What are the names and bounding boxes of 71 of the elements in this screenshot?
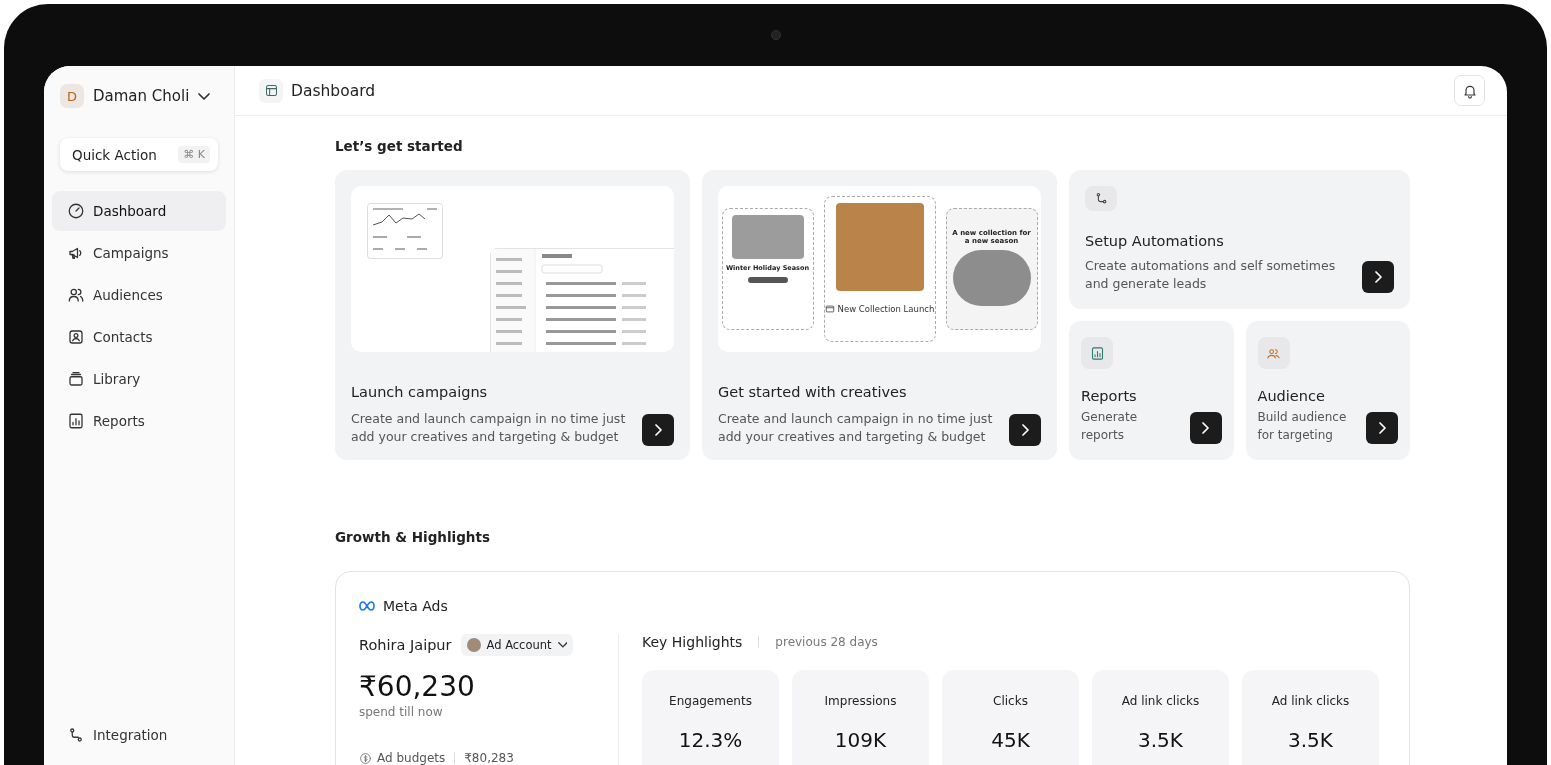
chevron-right-icon	[1374, 271, 1382, 283]
creative-button-drawing	[747, 277, 788, 283]
stat-value: 45K	[991, 728, 1030, 752]
stat-label: Ad link clicks	[1271, 694, 1350, 708]
nav-item[interactable]: Contacts	[52, 317, 226, 357]
card-description: Build audience for targeting	[1257, 409, 1348, 444]
stat-label: Clicks	[993, 694, 1028, 708]
arrow-button[interactable]	[1366, 412, 1398, 444]
nav-item[interactable]: Library	[52, 359, 226, 399]
section-title: Growth & Highlights	[335, 529, 491, 545]
notifications-button[interactable]	[1454, 75, 1485, 106]
card-description: Create and launch campaign in no time just add your creatives and targeting & budget	[351, 410, 627, 446]
chevron-right-icon	[1378, 422, 1386, 434]
nav-item[interactable]: Reports	[52, 401, 226, 441]
chevron-down-icon	[198, 92, 211, 100]
arrow-button[interactable]	[1362, 261, 1394, 293]
period-label: previous 28 days	[775, 635, 878, 649]
account-dropdown[interactable]: Ad Account	[460, 634, 574, 656]
mail-icon	[824, 304, 835, 314]
gauge-icon	[67, 202, 85, 220]
stat-value: 3.5K	[1288, 728, 1333, 752]
arrow-button[interactable]	[1009, 414, 1041, 446]
chevron-right-icon	[1202, 422, 1209, 434]
spend-amount: ₹60,230	[359, 670, 476, 703]
user-name[interactable]: Daman Choli	[93, 87, 190, 105]
card-description: Create automations and self sometimes and generate leads	[1085, 257, 1337, 293]
spend-caption: spend till now	[359, 705, 444, 719]
card-title: Reports	[1081, 388, 1138, 404]
highlights-title: Key Highlights	[642, 634, 743, 650]
quick-action-button[interactable]: Quick Action ⌘ K	[60, 138, 218, 171]
card-description: Generate reports	[1081, 409, 1139, 444]
stat-label: Impressions	[824, 694, 897, 708]
stat-value: 109K	[834, 728, 887, 752]
avatar: D	[60, 84, 84, 108]
chevron-down-icon	[557, 642, 568, 648]
stat-value: 12.3%	[678, 728, 743, 752]
arrow-button[interactable]	[642, 414, 674, 446]
chevron-right-icon	[1021, 424, 1029, 436]
card-title: Get started with creatives	[718, 384, 908, 400]
account-name: Rohira Jaipur	[359, 637, 452, 653]
shortcut-hint: ⌘ K	[178, 146, 210, 163]
nav-item[interactable]: Campaigns	[52, 233, 226, 273]
stat-label: Engagements	[669, 694, 752, 708]
archive-box-icon	[67, 370, 85, 388]
arrow-button[interactable]	[1189, 412, 1222, 444]
contact-card-icon	[67, 328, 85, 346]
nav-item[interactable]: Audiences	[52, 275, 226, 315]
chevron-right-icon	[654, 424, 662, 436]
coin-icon	[359, 751, 372, 765]
layout-icon	[263, 83, 279, 98]
bar-chart-icon	[1089, 345, 1105, 361]
nav-item[interactable]: Dashboard	[52, 191, 226, 231]
branch-icon	[67, 726, 85, 744]
card-description: Create and launch campaign in no time just add your creatives and targeting & budget	[718, 410, 994, 446]
card-title: Audience	[1257, 388, 1326, 404]
stat-label: Ad link clicks	[1121, 694, 1200, 708]
creative-caption: New Collection Launch	[824, 304, 935, 314]
stat-value: 3.5K	[1138, 728, 1183, 752]
budget-value: ₹80,283	[464, 751, 514, 765]
nav-item[interactable]: Integration	[52, 715, 226, 755]
avatar	[466, 638, 481, 652]
users-icon	[67, 286, 85, 304]
source-title: Meta Ads	[383, 598, 448, 614]
budget-label: Ad budgets	[377, 751, 446, 765]
page-title: Dashboard	[291, 81, 376, 100]
section-title: Let’s get started	[335, 138, 464, 154]
infinity-logo-icon	[359, 601, 375, 611]
card-title: Launch campaigns	[351, 384, 489, 400]
card-title: Setup Automations	[1085, 233, 1225, 249]
camera-dot	[770, 30, 781, 40]
bar-chart-icon	[67, 412, 85, 430]
